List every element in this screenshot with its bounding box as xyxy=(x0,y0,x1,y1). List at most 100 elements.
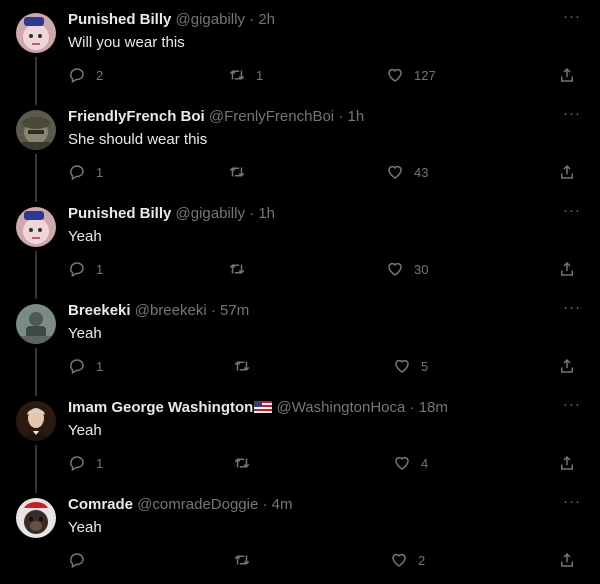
tweet-text: Yeah xyxy=(68,519,102,536)
like-icon xyxy=(392,553,406,567)
like-count: 2 xyxy=(418,552,426,568)
display-name[interactable]: Punished Billy xyxy=(68,11,171,28)
share-button[interactable] xyxy=(558,258,576,280)
tweet[interactable]: Punished Billy @gigabilly · 2h ··· Will … xyxy=(0,0,600,105)
like-count: 5 xyxy=(421,358,429,374)
tweet-header: Comrade @comradeDoggie · 4m xyxy=(68,495,293,515)
us-flag-icon xyxy=(254,401,273,413)
tweet[interactable]: FriendlyFrench Boi @FrenlyFrenchBoi · 1h… xyxy=(0,97,600,202)
tweet-actions: 1 43 xyxy=(68,161,584,183)
more-icon[interactable]: ··· xyxy=(560,397,584,416)
timestamp[interactable]: 2h xyxy=(258,11,275,28)
reply-count: 1 xyxy=(96,358,104,374)
reply-icon xyxy=(70,68,84,84)
like-button[interactable]: 127 xyxy=(386,64,436,86)
display-name[interactable]: Punished Billy xyxy=(68,205,171,222)
retweet-button[interactable] xyxy=(233,549,261,571)
retweet-button[interactable] xyxy=(233,452,261,474)
tweet-text: She should wear this xyxy=(68,131,208,148)
tweet-header: Punished Billy @gigabilly · 2h xyxy=(68,10,275,30)
reply-icon xyxy=(70,456,84,472)
user-handle[interactable]: @breekeki xyxy=(135,302,207,319)
retweet-button[interactable] xyxy=(228,258,256,280)
like-button[interactable]: 30 xyxy=(386,258,428,280)
reply-button[interactable]: 2 xyxy=(68,64,103,86)
reply-icon xyxy=(70,359,84,375)
user-handle[interactable]: @WashingtonHoca xyxy=(276,399,405,416)
reply-count: 1 xyxy=(96,455,104,471)
avatar[interactable] xyxy=(16,13,56,53)
reply-button[interactable]: 1 xyxy=(68,355,103,377)
share-button[interactable] xyxy=(558,161,576,183)
avatar[interactable] xyxy=(16,498,56,538)
avatar[interactable] xyxy=(16,207,56,247)
retweet-count: 1 xyxy=(256,67,264,83)
display-name[interactable]: Breekeki xyxy=(68,302,131,319)
like-count: 43 xyxy=(414,164,429,180)
like-button[interactable]: 2 xyxy=(390,549,425,571)
tweet[interactable]: Punished Billy @gigabilly · 1h ··· Yeah … xyxy=(0,194,600,299)
share-button[interactable] xyxy=(558,355,576,377)
like-button[interactable]: 43 xyxy=(386,161,428,183)
reply-button[interactable] xyxy=(68,549,96,571)
retweet-icon xyxy=(229,70,245,80)
avatar[interactable] xyxy=(16,401,56,441)
timestamp[interactable]: 18m xyxy=(419,399,448,416)
reply-button[interactable]: 1 xyxy=(68,258,103,280)
tweet-text: Yeah xyxy=(68,228,102,245)
like-button[interactable]: 4 xyxy=(393,452,428,474)
separator-dot: · xyxy=(409,399,415,416)
share-button[interactable] xyxy=(558,549,576,571)
more-icon[interactable]: ··· xyxy=(560,203,584,222)
like-icon xyxy=(388,165,402,179)
tweet-text: Yeah xyxy=(68,422,102,439)
retweet-button[interactable]: 1 xyxy=(228,64,263,86)
pink-avatar-icon xyxy=(16,207,56,247)
like-icon xyxy=(395,359,409,373)
tweet[interactable]: Comrade @comradeDoggie · 4m ··· Yeah 2 xyxy=(0,485,600,582)
like-icon xyxy=(395,456,409,470)
like-count: 30 xyxy=(414,261,429,277)
more-icon[interactable]: ··· xyxy=(560,300,584,319)
share-icon xyxy=(561,552,573,567)
statue-avatar-icon xyxy=(16,304,56,344)
tweet[interactable]: Imam George Washington @WashingtonHoca ·… xyxy=(0,388,600,493)
user-handle[interactable]: @comradeDoggie xyxy=(137,496,258,513)
reply-icon xyxy=(70,165,84,181)
tweet-header: Imam George Washington @WashingtonHoca ·… xyxy=(68,398,448,418)
user-handle[interactable]: @gigabilly xyxy=(176,205,245,222)
user-handle[interactable]: @FrenlyFrenchBoi xyxy=(209,108,334,125)
share-icon xyxy=(561,261,573,276)
timestamp[interactable]: 57m xyxy=(220,302,249,319)
tweet[interactable]: Breekeki @breekeki · 57m ··· Yeah 1 5 xyxy=(0,291,600,396)
share-button[interactable] xyxy=(558,452,576,474)
reply-button[interactable]: 1 xyxy=(68,161,103,183)
avatar[interactable] xyxy=(16,110,56,150)
more-icon[interactable]: ··· xyxy=(560,494,584,513)
tweet-actions: 1 30 xyxy=(68,258,584,280)
share-button[interactable] xyxy=(558,64,576,86)
separator-dot: · xyxy=(338,108,344,125)
reply-button[interactable]: 1 xyxy=(68,452,103,474)
more-icon[interactable]: ··· xyxy=(560,9,584,28)
display-name[interactable]: Imam George Washington xyxy=(68,399,253,416)
separator-dot: · xyxy=(210,302,216,319)
more-icon[interactable]: ··· xyxy=(560,106,584,125)
tweet-header: Punished Billy @gigabilly · 1h xyxy=(68,204,275,224)
user-handle[interactable]: @gigabilly xyxy=(176,11,245,28)
retweet-button[interactable] xyxy=(233,355,261,377)
timestamp[interactable]: 1h xyxy=(258,205,275,222)
tweet-actions: 2 xyxy=(68,549,584,571)
like-button[interactable]: 5 xyxy=(393,355,428,377)
retweet-icon xyxy=(229,264,245,274)
avatar[interactable] xyxy=(16,304,56,344)
timestamp[interactable]: 1h xyxy=(347,108,364,125)
retweet-icon xyxy=(234,555,250,565)
share-icon xyxy=(561,164,573,179)
timestamp[interactable]: 4m xyxy=(272,496,293,513)
like-icon xyxy=(388,68,402,82)
display-name[interactable]: FriendlyFrench Boi xyxy=(68,108,205,125)
reply-icon xyxy=(70,553,84,569)
retweet-button[interactable] xyxy=(228,161,256,183)
display-name[interactable]: Comrade xyxy=(68,496,133,513)
